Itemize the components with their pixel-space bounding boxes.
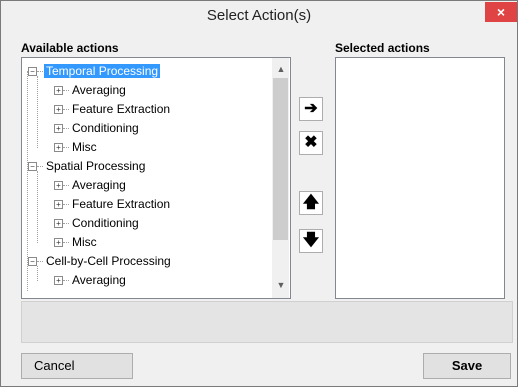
expand-icon[interactable]: + [54, 276, 63, 285]
move-down-button[interactable]: 🡇 [299, 229, 323, 253]
tree-child-item[interactable]: Misc [70, 138, 99, 156]
collapse-icon[interactable]: − [28, 257, 37, 266]
tree-connector [63, 90, 69, 91]
tree-connector [63, 147, 69, 148]
expand-icon[interactable]: + [54, 143, 63, 152]
tree-connector [63, 242, 69, 243]
tree-connector [37, 261, 43, 262]
tree-item-label: Feature Extraction [72, 102, 171, 116]
expand-icon[interactable]: + [54, 238, 63, 247]
collapse-icon[interactable]: − [28, 67, 37, 76]
tree-child-item[interactable]: Misc [70, 233, 99, 251]
expand-icon[interactable]: + [54, 124, 63, 133]
scroll-up-icon[interactable]: ▲ [276, 64, 286, 74]
tree-child-item[interactable]: Averaging [70, 81, 128, 99]
tree-connector [27, 71, 28, 291]
tree-group-item[interactable]: Spatial Processing [44, 157, 147, 175]
add-action-button[interactable]: ➔ [299, 97, 323, 121]
tree-child-item[interactable]: Feature Extraction [70, 100, 172, 118]
arrow-down-icon: 🡇 [302, 232, 320, 249]
save-button[interactable]: Save [423, 353, 511, 379]
tree-scrollbar[interactable]: ▲ ▼ [272, 58, 289, 298]
tree-group-item[interactable]: Cell-by-Cell Processing [44, 252, 173, 270]
available-actions-tree[interactable]: ▲ ▼ − Temporal Processing + Averaging + Featu… [21, 57, 291, 299]
tree-item-label: Averaging [72, 83, 126, 97]
collapse-icon[interactable]: − [28, 162, 37, 171]
tree-item-label: Conditioning [72, 216, 139, 230]
tree-child-item[interactable]: Conditioning [70, 119, 141, 137]
selected-actions-label: Selected actions [335, 41, 430, 55]
tree-connector [63, 185, 69, 186]
tree-connector [63, 109, 69, 110]
expand-icon[interactable]: + [54, 181, 63, 190]
expand-icon[interactable]: + [54, 200, 63, 209]
title-bar: Select Action(s) × [1, 1, 517, 31]
tree-item-label: Spatial Processing [46, 159, 146, 173]
tree-item-label: Feature Extraction [72, 197, 171, 211]
move-up-button[interactable]: 🡅 [299, 191, 323, 215]
expand-icon[interactable]: + [54, 105, 63, 114]
close-button[interactable]: × [485, 2, 517, 22]
arrow-right-icon: ➔ [304, 100, 318, 117]
tree-child-item[interactable]: Averaging [70, 271, 128, 289]
expand-icon[interactable]: + [54, 219, 63, 228]
tree-connector [37, 266, 38, 281]
status-area [21, 301, 513, 343]
tree-child-item[interactable]: Feature Extraction [70, 195, 172, 213]
tree-connector [63, 280, 69, 281]
x-icon: ✖ [304, 134, 318, 151]
remove-action-button[interactable]: ✖ [299, 131, 323, 155]
tree-item-label: Averaging [72, 273, 126, 287]
tree-item-label: Misc [72, 140, 97, 154]
tree-connector [63, 128, 69, 129]
cancel-button[interactable]: Cancel [21, 353, 133, 379]
tree-connector [63, 223, 69, 224]
tree-group-item[interactable]: Temporal Processing [44, 62, 161, 80]
dialog-window: Select Action(s) × Available actions Sel… [0, 0, 518, 387]
tree-connector [37, 171, 38, 243]
tree-item-label: Cell-by-Cell Processing [46, 254, 171, 268]
tree-connector [37, 166, 43, 167]
tree-item-label: Misc [72, 235, 97, 249]
window-title: Select Action(s) [206, 7, 312, 24]
tree-item-label: Averaging [72, 178, 126, 192]
tree-child-item[interactable]: Conditioning [70, 214, 141, 232]
tree-child-item[interactable]: Averaging [70, 176, 128, 194]
tree-connector [63, 204, 69, 205]
arrow-up-icon: 🡅 [302, 194, 320, 211]
expand-icon[interactable]: + [54, 86, 63, 95]
tree-connector [37, 76, 38, 148]
tree-item-label: Conditioning [72, 121, 139, 135]
tree-item-label: Temporal Processing [44, 64, 161, 78]
tree-connector [37, 71, 43, 72]
selected-actions-list[interactable] [335, 57, 505, 299]
scroll-thumb[interactable] [273, 78, 288, 240]
scroll-down-icon[interactable]: ▼ [276, 280, 286, 290]
available-actions-label: Available actions [21, 41, 119, 55]
